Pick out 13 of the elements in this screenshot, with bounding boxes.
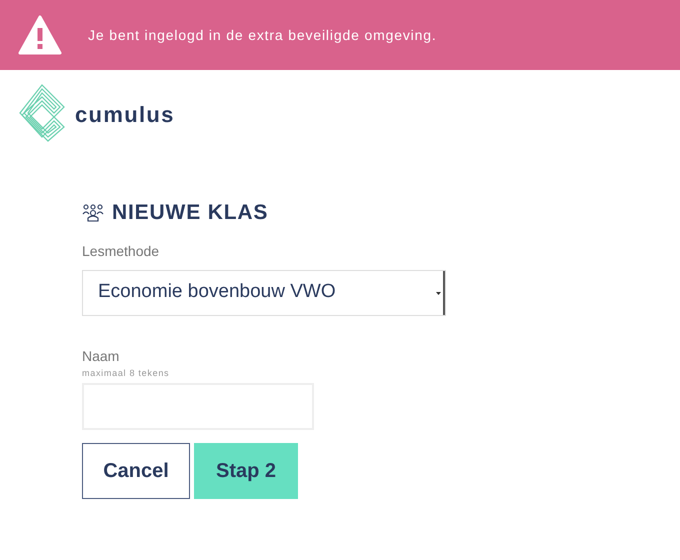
logo-text: cumulus — [75, 101, 175, 129]
logo-icon — [18, 83, 66, 143]
banner-message: Je bent ingelogd in de extra beveiligde omgeving. — [88, 26, 437, 45]
field-label: Lesmethode — [82, 242, 160, 260]
field-hint: maximaal 8 tekens — [82, 366, 170, 380]
method-dropdown[interactable]: Economie bovenbouw VWO — [82, 270, 446, 316]
caret-icon — [436, 292, 441, 294]
field-label: Naam — [82, 346, 120, 366]
group-icon — [82, 204, 104, 222]
next-button[interactable]: Stap 2 — [194, 443, 298, 499]
warning-icon — [18, 15, 62, 55]
cancel-button[interactable]: Cancel — [82, 443, 190, 499]
page-heading: NIEUWE KLAS — [112, 200, 268, 226]
